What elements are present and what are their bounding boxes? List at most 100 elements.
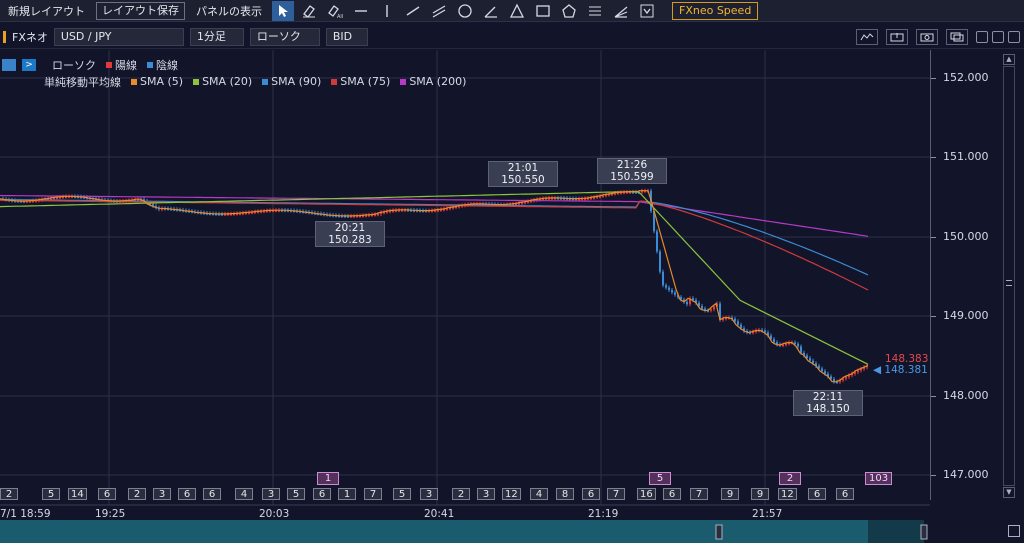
panel-display-menu[interactable]: パネルの表示 — [188, 3, 270, 19]
event-badge[interactable]: 2 — [779, 472, 801, 485]
order-count-badge[interactable]: 3 — [262, 488, 280, 500]
candle-body — [710, 309, 712, 311]
vertical-line-icon[interactable] — [376, 1, 398, 21]
pentagon-icon[interactable] — [558, 1, 580, 21]
order-count-badge[interactable]: 14 — [68, 488, 87, 500]
yin-dot-icon — [147, 61, 153, 68]
chart-type-select[interactable]: ローソク — [249, 27, 320, 46]
close-icon[interactable] — [1008, 31, 1020, 43]
currency-pair-select[interactable]: USD / JPY — [53, 27, 184, 46]
order-count-badge[interactable]: 6 — [313, 488, 331, 500]
order-count-badge[interactable]: 5 — [393, 488, 411, 500]
restore-icon[interactable] — [992, 31, 1004, 43]
order-count-badge[interactable]: 6 — [203, 488, 221, 500]
order-count-badge[interactable]: 12 — [502, 488, 521, 500]
order-count-badge[interactable]: 6 — [178, 488, 196, 500]
eraser-all-icon[interactable]: All — [324, 1, 346, 21]
legend-sma90: SMA (90) — [271, 75, 322, 88]
volume-range-shade — [868, 520, 924, 543]
candle-body — [701, 305, 703, 309]
order-count-badge[interactable]: 3 — [420, 488, 438, 500]
price-side-select[interactable]: BID — [325, 27, 368, 46]
candle-body — [794, 342, 796, 345]
price-scrollbar[interactable]: ▲ ▼ — [1003, 54, 1015, 498]
triangle-icon[interactable] — [506, 1, 528, 21]
legend-candle-label: ローソク — [52, 58, 96, 72]
candle-body — [674, 292, 676, 295]
candle-body — [782, 344, 784, 347]
order-count-badge[interactable]: 12 — [778, 488, 797, 500]
x-tick-label: 20:41 — [424, 508, 455, 520]
order-count-badge[interactable]: 6 — [808, 488, 826, 500]
fibonacci-icon[interactable] — [584, 1, 606, 21]
candle-body — [734, 318, 736, 322]
fan-icon[interactable] — [610, 1, 632, 21]
price-axis[interactable]: 152.000 151.000 150.000 149.000 148.000 … — [930, 50, 1000, 500]
fxneo-speed-button[interactable]: FXneo Speed — [672, 1, 759, 20]
angle-icon[interactable] — [480, 1, 502, 21]
sma200-dot-icon — [400, 78, 407, 85]
fullscreen-icon[interactable] — [1008, 525, 1020, 537]
order-count-badge[interactable]: 4 — [235, 488, 253, 500]
save-layout-button[interactable]: レイアウト保存 — [96, 1, 185, 20]
scroll-track[interactable] — [1003, 66, 1015, 486]
rectangle-icon[interactable] — [532, 1, 554, 21]
order-count-badge[interactable]: 9 — [751, 488, 769, 500]
event-badge[interactable]: 5 — [649, 472, 671, 485]
legend-yin-label: 陰線 — [156, 58, 178, 72]
order-count-badge[interactable]: 5 — [42, 488, 60, 500]
scroll-up-icon[interactable]: ▲ — [1003, 54, 1015, 65]
order-count-badge[interactable]: 4 — [530, 488, 548, 500]
order-count-badge[interactable]: 1 — [338, 488, 356, 500]
order-count-badge[interactable]: 6 — [663, 488, 681, 500]
order-count-badge[interactable]: 6 — [582, 488, 600, 500]
order-count-badge[interactable]: 3 — [153, 488, 171, 500]
comment-icon[interactable] — [2, 58, 16, 71]
new-layout-menu[interactable]: 新規レイアウト — [0, 3, 93, 19]
trend-line-icon[interactable] — [402, 1, 424, 21]
minimize-icon[interactable] — [976, 31, 988, 43]
circle-icon[interactable] — [454, 1, 476, 21]
volume-area — [0, 520, 920, 543]
order-count-badge[interactable]: 8 — [556, 488, 574, 500]
price-label-time: 22:11 — [812, 391, 844, 403]
order-count-badge[interactable]: 5 — [287, 488, 305, 500]
y-tick-label: 150.000 — [943, 230, 989, 243]
order-count-badge[interactable]: 16 — [637, 488, 656, 500]
scroll-down-icon[interactable]: ▼ — [1003, 487, 1015, 498]
sma75-line — [0, 199, 869, 291]
order-count-badge[interactable]: 3 — [477, 488, 495, 500]
expand-icon[interactable]: > — [22, 58, 36, 71]
event-badge[interactable]: 103 — [865, 472, 893, 485]
order-count-badge[interactable]: 6 — [98, 488, 116, 500]
price-label-time: 20:21 — [334, 222, 366, 234]
price-label-price: 150.550 — [501, 174, 545, 186]
price-chart[interactable] — [0, 50, 1024, 543]
layout-icon[interactable] — [946, 29, 968, 45]
camera-icon[interactable] — [916, 29, 938, 45]
candle-body — [737, 321, 739, 325]
order-count-badge[interactable]: 7 — [607, 488, 625, 500]
eraser-icon[interactable] — [298, 1, 320, 21]
horizontal-line-icon[interactable] — [350, 1, 372, 21]
order-count-badge[interactable]: 9 — [721, 488, 739, 500]
chart-canvas[interactable] — [0, 50, 1024, 543]
candle-body — [845, 376, 847, 379]
chart-export-icon[interactable] — [886, 29, 908, 45]
event-badge[interactable]: 1 — [317, 472, 339, 485]
order-count-badge[interactable]: 2 — [128, 488, 146, 500]
volume-strip — [0, 520, 928, 543]
order-count-badge[interactable]: 2 — [452, 488, 470, 500]
candle-body — [668, 287, 670, 290]
candle-body — [665, 285, 667, 288]
scroll-grip-icon[interactable] — [1006, 280, 1012, 286]
chart-line-icon[interactable] — [856, 29, 878, 45]
order-count-badge[interactable]: 2 — [0, 488, 18, 500]
order-count-badge[interactable]: 7 — [690, 488, 708, 500]
timeframe-select[interactable]: 1分足 — [189, 27, 244, 46]
dropdown-icon[interactable] — [636, 1, 658, 21]
order-count-badge[interactable]: 6 — [836, 488, 854, 500]
parallel-line-icon[interactable] — [428, 1, 450, 21]
cursor-icon[interactable] — [272, 0, 294, 21]
order-count-badge[interactable]: 7 — [364, 488, 382, 500]
